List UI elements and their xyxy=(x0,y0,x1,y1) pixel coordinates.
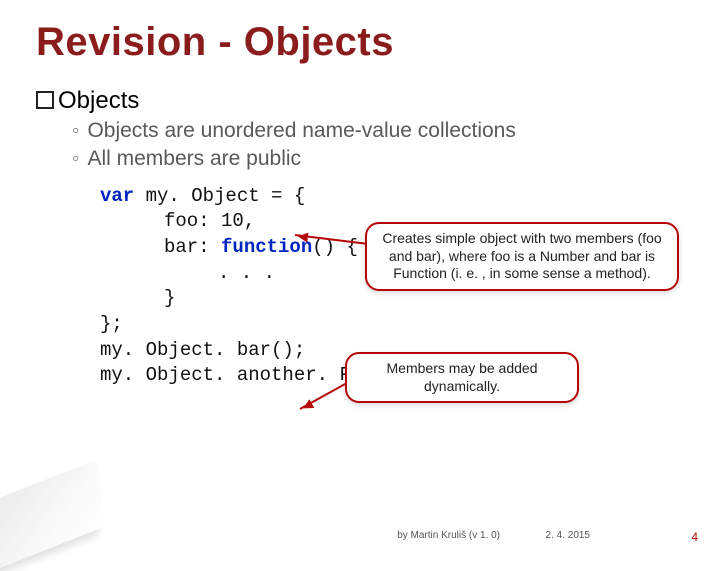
page-curl-decoration xyxy=(0,459,102,571)
bullet-mark-icon: ◦ xyxy=(72,145,79,173)
bullet-box-icon xyxy=(36,91,54,109)
code-text: my. Object = { xyxy=(134,185,305,207)
callout-box: Members may be added dynamically. xyxy=(345,352,579,403)
code-line: var my. Object = { xyxy=(100,184,720,210)
slide-title: Revision - Objects xyxy=(0,0,720,65)
section-text: Objects xyxy=(58,87,139,114)
footer-page-number: 4 xyxy=(691,530,698,544)
bullet-mark-icon: ◦ xyxy=(72,117,79,145)
footer-author: by Martin Kruliš (v 1. 0) xyxy=(397,530,500,541)
code-text: bar: xyxy=(164,236,221,258)
bullet-text: Objects are unordered name-value collect… xyxy=(87,117,515,145)
footer-date: 2. 4. 2015 xyxy=(546,530,590,541)
section-heading: Objects xyxy=(0,65,720,115)
code-keyword: var xyxy=(100,185,134,207)
list-item: ◦ Objects are unordered name-value colle… xyxy=(72,117,720,145)
list-item: ◦ All members are public xyxy=(72,145,720,173)
callout-box: Creates simple object with two members (… xyxy=(365,222,679,291)
code-line: }; xyxy=(100,312,720,338)
bullet-list: ◦ Objects are unordered name-value colle… xyxy=(0,115,720,174)
bullet-text: All members are public xyxy=(87,145,301,173)
